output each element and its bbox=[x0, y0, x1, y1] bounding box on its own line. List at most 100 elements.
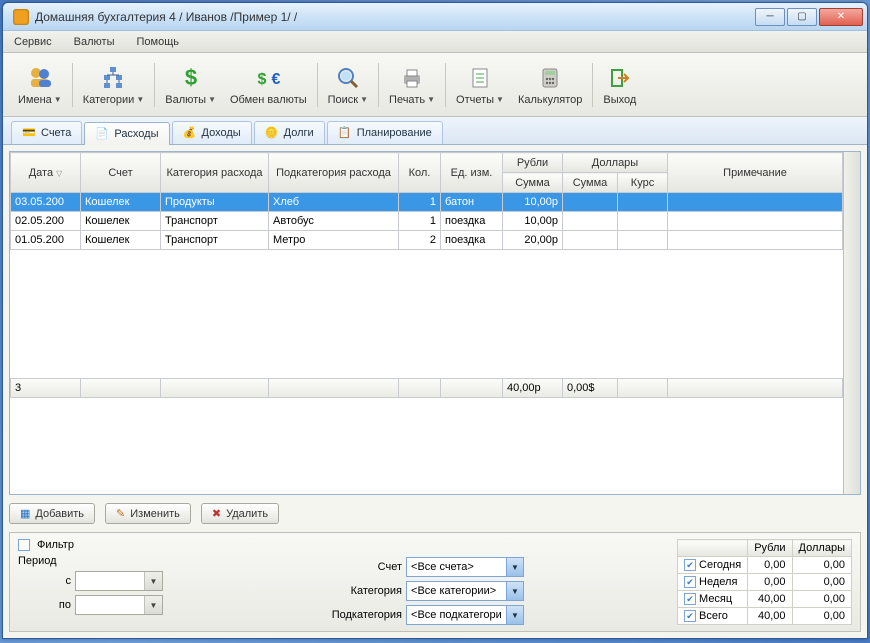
chevron-down-icon[interactable]: ▼ bbox=[506, 606, 523, 624]
pencil-icon: ✎ bbox=[116, 507, 125, 520]
toolbar-names[interactable]: Имена▼ bbox=[11, 57, 69, 113]
add-button[interactable]: ▦Добавить bbox=[9, 503, 95, 524]
maximize-button[interactable]: ▢ bbox=[787, 8, 817, 26]
filter-combos: Счет <Все счета>▼ Категория <Все категор… bbox=[316, 557, 524, 625]
people-icon bbox=[26, 64, 54, 92]
toolbar-exchange-label: Обмен валюты bbox=[230, 94, 307, 106]
table-row[interactable]: 02.05.200КошелекТранспортАвтобус1поездка… bbox=[11, 212, 843, 231]
footer-usd-total: 0,00$ bbox=[563, 378, 618, 397]
toolbar-reports[interactable]: Отчеты▼ bbox=[449, 57, 511, 113]
planning-icon: 📋 bbox=[338, 126, 352, 140]
category-filter-label: Категория bbox=[316, 585, 402, 597]
accounts-icon: 💳 bbox=[22, 126, 36, 140]
month-checkbox[interactable] bbox=[684, 593, 696, 605]
vertical-scrollbar[interactable] bbox=[843, 152, 860, 494]
toolbar-print-label: Печать bbox=[389, 94, 425, 106]
tab-income[interactable]: 💰Доходы bbox=[172, 121, 252, 144]
titlebar: Домашняя бухгалтерия 4 / Иванов /Пример … bbox=[3, 3, 867, 31]
subcategory-combo[interactable]: <Все подкатегори▼ bbox=[406, 605, 524, 625]
col-qty[interactable]: Кол. bbox=[399, 153, 441, 193]
table-row[interactable]: 01.05.200КошелекТранспортМетро2поездка20… bbox=[11, 231, 843, 250]
close-button[interactable]: ✕ bbox=[819, 8, 863, 26]
date-from-input[interactable]: ▼ bbox=[75, 571, 163, 591]
menu-service[interactable]: Сервис bbox=[9, 34, 57, 50]
col-unit[interactable]: Ед. изм. bbox=[441, 153, 503, 193]
tab-debts[interactable]: 🪙Долги bbox=[254, 121, 325, 144]
delete-button[interactable]: ✖Удалить bbox=[201, 503, 279, 524]
menu-help[interactable]: Помощь bbox=[132, 34, 185, 50]
app-icon bbox=[13, 9, 29, 25]
col-subcategory[interactable]: Подкатегория расхода bbox=[269, 153, 399, 193]
total-checkbox[interactable] bbox=[684, 610, 696, 622]
grid-footer: 3 40,00р 0,00$ bbox=[10, 378, 843, 398]
window-title: Домашняя бухгалтерия 4 / Иванов /Пример … bbox=[35, 10, 753, 24]
summary-usd-header: Доллары bbox=[792, 540, 851, 557]
grid-table[interactable]: Дата ▽ Счет Категория расхода Подкатегор… bbox=[10, 152, 843, 378]
account-filter-label: Счет bbox=[316, 561, 402, 573]
today-checkbox[interactable] bbox=[684, 559, 696, 571]
exchange-icon: $€ bbox=[254, 64, 282, 92]
col-dollars[interactable]: Доллары bbox=[563, 153, 668, 173]
toolbar-print[interactable]: Печать▼ bbox=[382, 57, 442, 113]
filter-label: Фильтр bbox=[37, 539, 74, 551]
col-rubles[interactable]: Рубли bbox=[503, 153, 563, 173]
income-icon: 💰 bbox=[183, 126, 197, 140]
minimize-button[interactable]: ─ bbox=[755, 8, 785, 26]
chevron-down-icon[interactable]: ▼ bbox=[506, 558, 523, 576]
week-checkbox[interactable] bbox=[684, 576, 696, 588]
table-row[interactable]: 03.05.200КошелекПродуктыХлеб1батон10,00р bbox=[11, 193, 843, 212]
col-usd-sum[interactable]: Сумма bbox=[563, 173, 618, 193]
toolbar-categories[interactable]: Категории▼ bbox=[76, 57, 152, 113]
toolbar: Имена▼ Категории▼ $ Валюты▼ $€ Обмен вал… bbox=[3, 53, 867, 117]
col-date[interactable]: Дата ▽ bbox=[11, 153, 81, 193]
dollar-icon: $ bbox=[177, 64, 205, 92]
tab-expenses[interactable]: 📄Расходы bbox=[84, 122, 169, 145]
exit-icon bbox=[606, 64, 634, 92]
toolbar-exchange[interactable]: $€ Обмен валюты bbox=[223, 57, 314, 113]
plus-icon: ▦ bbox=[20, 507, 30, 520]
edit-button[interactable]: ✎Изменить bbox=[105, 503, 191, 524]
col-rate[interactable]: Курс bbox=[618, 173, 668, 193]
content-area: Дата ▽ Счет Категория расхода Подкатегор… bbox=[3, 145, 867, 638]
toolbar-calculator[interactable]: Калькулятор bbox=[511, 57, 589, 113]
toolbar-currencies[interactable]: $ Валюты▼ bbox=[158, 57, 223, 113]
action-buttons: ▦Добавить ✎Изменить ✖Удалить bbox=[9, 499, 861, 528]
toolbar-calculator-label: Калькулятор bbox=[518, 94, 582, 106]
toolbar-search-label: Поиск bbox=[328, 94, 358, 106]
expenses-icon: 📄 bbox=[95, 127, 109, 141]
menubar: Сервис Валюты Помощь bbox=[3, 31, 867, 53]
calculator-icon bbox=[536, 64, 564, 92]
col-rub-sum[interactable]: Сумма bbox=[503, 173, 563, 193]
col-account[interactable]: Счет bbox=[81, 153, 161, 193]
chevron-down-icon[interactable]: ▼ bbox=[506, 582, 523, 600]
tabbar: 💳Счета 📄Расходы 💰Доходы 🪙Долги 📋Планиров… bbox=[3, 117, 867, 145]
date-to-input[interactable]: ▼ bbox=[75, 595, 163, 615]
svg-text:$: $ bbox=[258, 71, 267, 88]
svg-text:€: € bbox=[272, 71, 281, 88]
category-combo[interactable]: <Все категории>▼ bbox=[406, 581, 524, 601]
col-category[interactable]: Категория расхода bbox=[161, 153, 269, 193]
menu-currencies[interactable]: Валюты bbox=[69, 34, 120, 50]
chevron-down-icon[interactable]: ▼ bbox=[144, 596, 162, 614]
subcategory-filter-label: Подкатегория bbox=[316, 609, 402, 621]
period-label: Период bbox=[18, 555, 71, 567]
from-label: с bbox=[18, 575, 71, 587]
tab-accounts[interactable]: 💳Счета bbox=[11, 121, 82, 144]
filter-checkbox[interactable] bbox=[18, 539, 30, 551]
toolbar-search[interactable]: Поиск▼ bbox=[321, 57, 375, 113]
chevron-down-icon[interactable]: ▼ bbox=[144, 572, 162, 590]
toolbar-exit-label: Выход bbox=[603, 94, 636, 106]
svg-text:$: $ bbox=[185, 66, 197, 90]
expense-grid: Дата ▽ Счет Категория расхода Подкатегор… bbox=[9, 151, 861, 495]
toolbar-names-label: Имена bbox=[18, 94, 52, 106]
col-note[interactable]: Примечание bbox=[668, 153, 843, 193]
account-combo[interactable]: <Все счета>▼ bbox=[406, 557, 524, 577]
toolbar-exit[interactable]: Выход bbox=[596, 57, 643, 113]
tab-planning[interactable]: 📋Планирование bbox=[327, 121, 443, 144]
search-icon bbox=[334, 64, 362, 92]
cross-icon: ✖ bbox=[212, 507, 221, 520]
summary-rub-header: Рубли bbox=[748, 540, 792, 557]
app-window: Домашняя бухгалтерия 4 / Иванов /Пример … bbox=[2, 2, 868, 639]
footer-rub-total: 40,00р bbox=[503, 378, 563, 397]
toolbar-currencies-label: Валюты bbox=[165, 94, 206, 106]
